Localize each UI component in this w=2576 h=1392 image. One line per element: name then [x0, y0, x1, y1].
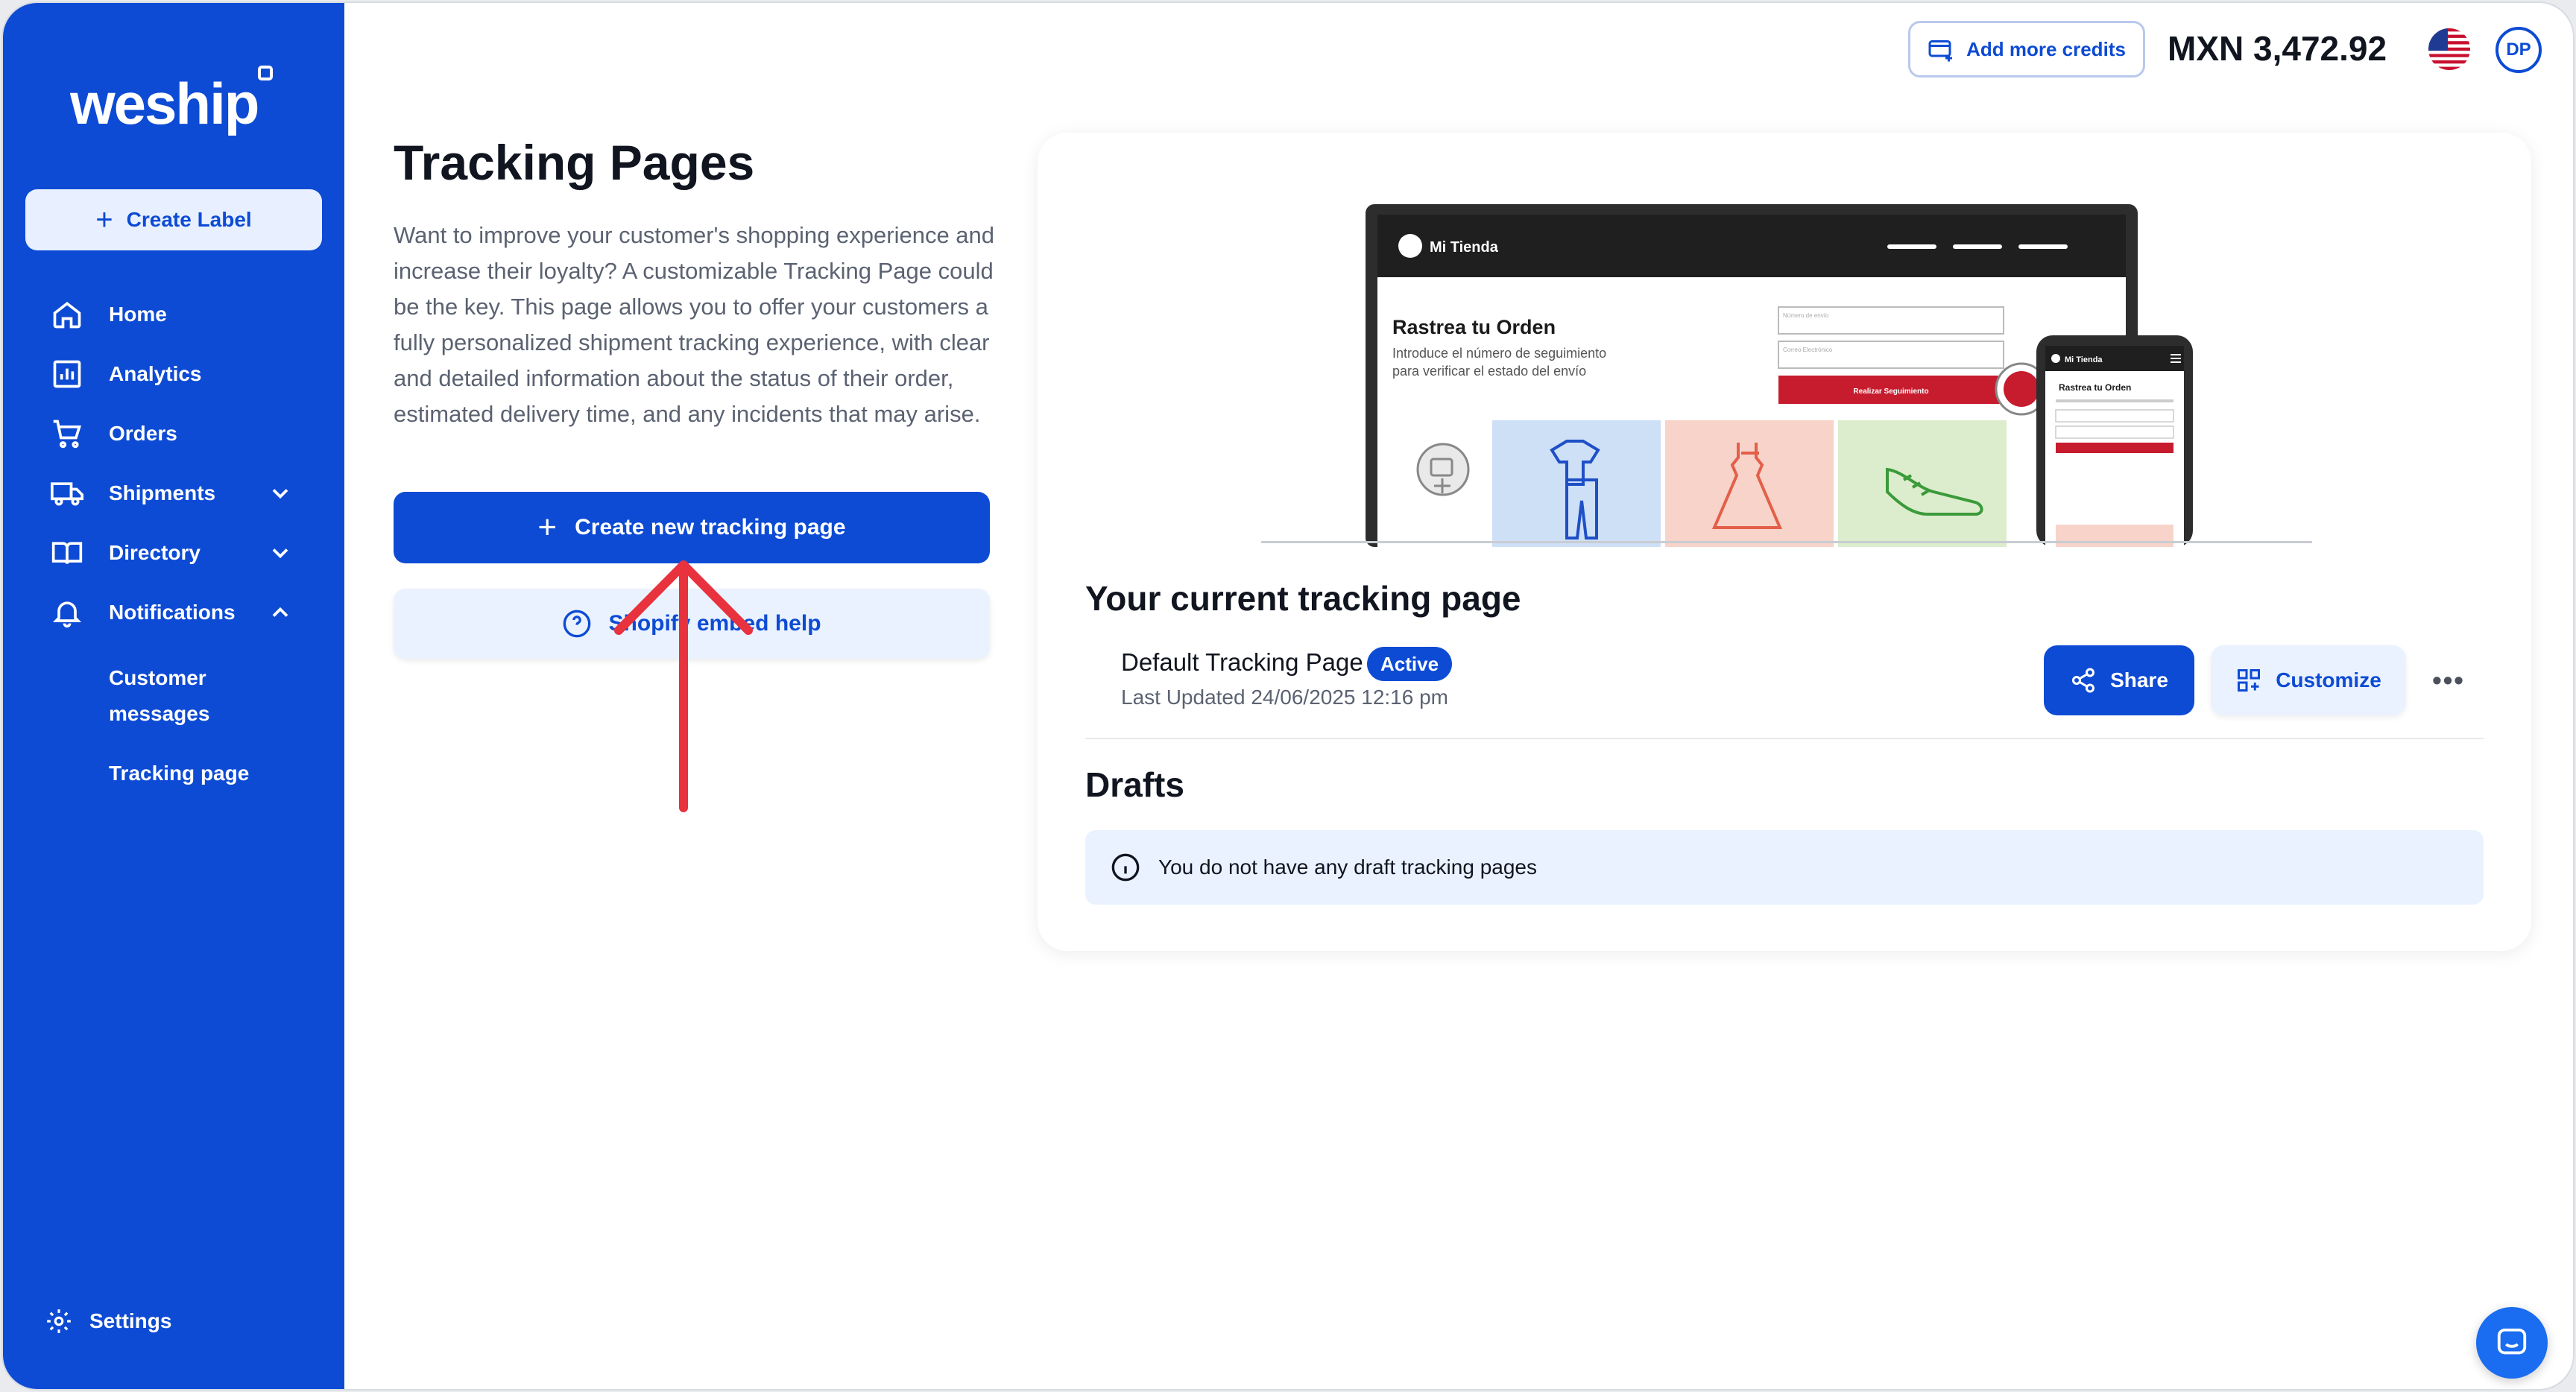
mockup-field-2-label: Correo Electrónico	[1783, 347, 1833, 353]
page-title: Tracking Pages	[394, 135, 755, 190]
sidebar-item-label: Orders	[109, 422, 177, 445]
share-label: Share	[2110, 668, 2168, 692]
drafts-title: Drafts	[1085, 765, 1184, 804]
help-icon	[564, 610, 591, 638]
sidebar: weship + Create Label Home Analytics Ord…	[3, 3, 344, 1389]
customize-label: Customize	[2276, 668, 2381, 692]
sidebar-subitem-tracking-page[interactable]: Tracking page	[3, 756, 344, 791]
chevron-down-icon[interactable]	[267, 480, 294, 507]
create-tracking-page-button[interactable]: + Create new tracking page	[394, 492, 990, 563]
create-tracking-page-label: Create new tracking page	[575, 515, 846, 540]
mockup-heading: Rastrea tu Orden	[1392, 316, 1556, 338]
truck-icon	[51, 482, 83, 506]
chevron-up-icon[interactable]	[267, 599, 294, 626]
share-button[interactable]: Share	[2044, 645, 2194, 715]
sidebar-item-shipments[interactable]: Shipments	[3, 464, 344, 523]
menu-line-icon	[1887, 244, 1936, 249]
create-label-button[interactable]: + Create Label	[25, 189, 322, 250]
chat-support-button[interactable]	[2476, 1307, 2548, 1379]
menu-line-icon	[2018, 244, 2068, 249]
intro-text: Want to improve your customer's shopping…	[394, 222, 995, 427]
mockup-track-button-label: Realizar Seguimiento	[1853, 387, 1928, 396]
phone-store-name: Mi Tienda	[2065, 355, 2103, 364]
logo-mark-icon	[258, 66, 273, 80]
sidebar-item-home[interactable]: Home	[3, 285, 344, 344]
divider	[1085, 738, 2484, 739]
mockup-field-2	[1778, 341, 2004, 369]
tracking-page-preview-illustration: Mi Tienda Rastrea tu Orden Introduce el …	[1366, 204, 2193, 547]
share-icon	[2072, 668, 2095, 693]
us-flag-icon[interactable]	[2428, 28, 2470, 70]
tracking-page-name: Default Tracking Page	[1121, 648, 1363, 676]
card-icon	[1928, 40, 1953, 62]
drafts-empty-text: You do not have any draft tracking pages	[1158, 855, 1537, 879]
book-icon	[51, 542, 83, 565]
mockup-subtext-1: Introduce el número de seguimiento	[1392, 346, 1606, 361]
avatar[interactable]: DP	[2496, 27, 2542, 73]
current-tracking-page-title: Your current tracking page	[1085, 579, 1521, 618]
home-icon	[53, 302, 81, 329]
cart-icon	[53, 420, 81, 449]
mockup-field-1-label: Número de envío	[1783, 312, 1829, 319]
drafts-empty-notice: You do not have any draft tracking pages	[1085, 830, 2484, 905]
plus-icon: +	[95, 203, 113, 236]
gear-icon	[47, 1309, 71, 1333]
sidebar-item-label: Shipments	[109, 481, 216, 504]
more-options-icon[interactable]: •••	[2430, 662, 2467, 699]
weship-logo[interactable]: weship	[70, 66, 273, 138]
sidebar-nav: Home Analytics Orders Shipments Director…	[3, 285, 344, 791]
sidebar-item-analytics[interactable]: Analytics	[3, 344, 344, 404]
app-window: weship + Create Label Home Analytics Ord…	[1, 1, 2575, 1391]
chevron-down-icon[interactable]	[267, 540, 294, 566]
phone-heading: Rastrea tu Orden	[2059, 382, 2131, 393]
account-balance: MXN 3,472.92	[2168, 29, 2387, 68]
mockup-field-1	[1778, 306, 2004, 335]
info-icon	[1111, 853, 1140, 882]
menu-line-icon	[1953, 244, 2002, 249]
grid-add-icon	[2238, 669, 2261, 692]
sidebar-item-orders[interactable]: Orders	[3, 404, 344, 464]
sidebar-item-directory[interactable]: Directory	[3, 523, 344, 583]
store-logo-icon	[1398, 234, 1422, 258]
bell-icon	[52, 601, 82, 628]
store-name: Mi Tienda	[1430, 239, 1499, 256]
sidebar-item-label: Directory	[109, 541, 201, 564]
add-credits-label: Add more credits	[1966, 37, 2126, 60]
sidebar-item-label: Analytics	[109, 362, 202, 385]
tracking-page-card: Mi Tienda Rastrea tu Orden Introduce el …	[1038, 133, 2531, 951]
create-label-text: Create Label	[126, 208, 252, 231]
sidebar-item-notifications[interactable]: Notifications	[3, 583, 344, 642]
sidebar-item-label: Notifications	[109, 601, 236, 624]
logo-text: weship	[70, 71, 259, 136]
product-tile-shoe	[1838, 420, 2007, 547]
plus-icon: +	[537, 509, 558, 545]
add-credits-button[interactable]: Add more credits	[1908, 21, 2145, 77]
settings-label: Settings	[89, 1309, 172, 1332]
last-updated-text: Last Updated 24/06/2025 12:16 pm	[1121, 686, 1449, 709]
sidebar-item-label: Home	[109, 303, 167, 326]
chat-icon	[2497, 1328, 2527, 1355]
customize-button[interactable]: Customize	[2211, 645, 2406, 715]
mockup-subtext-2: para verificar el estado del envío	[1392, 364, 1586, 379]
settings-link[interactable]: Settings	[45, 1307, 171, 1335]
illustration-baseline	[1261, 541, 2312, 543]
red-arrow-annotation	[614, 560, 753, 812]
analytics-icon	[53, 360, 81, 388]
sidebar-subitem-customer-messages[interactable]: Customer messages	[3, 660, 256, 732]
status-badge: Active	[1367, 647, 1453, 681]
